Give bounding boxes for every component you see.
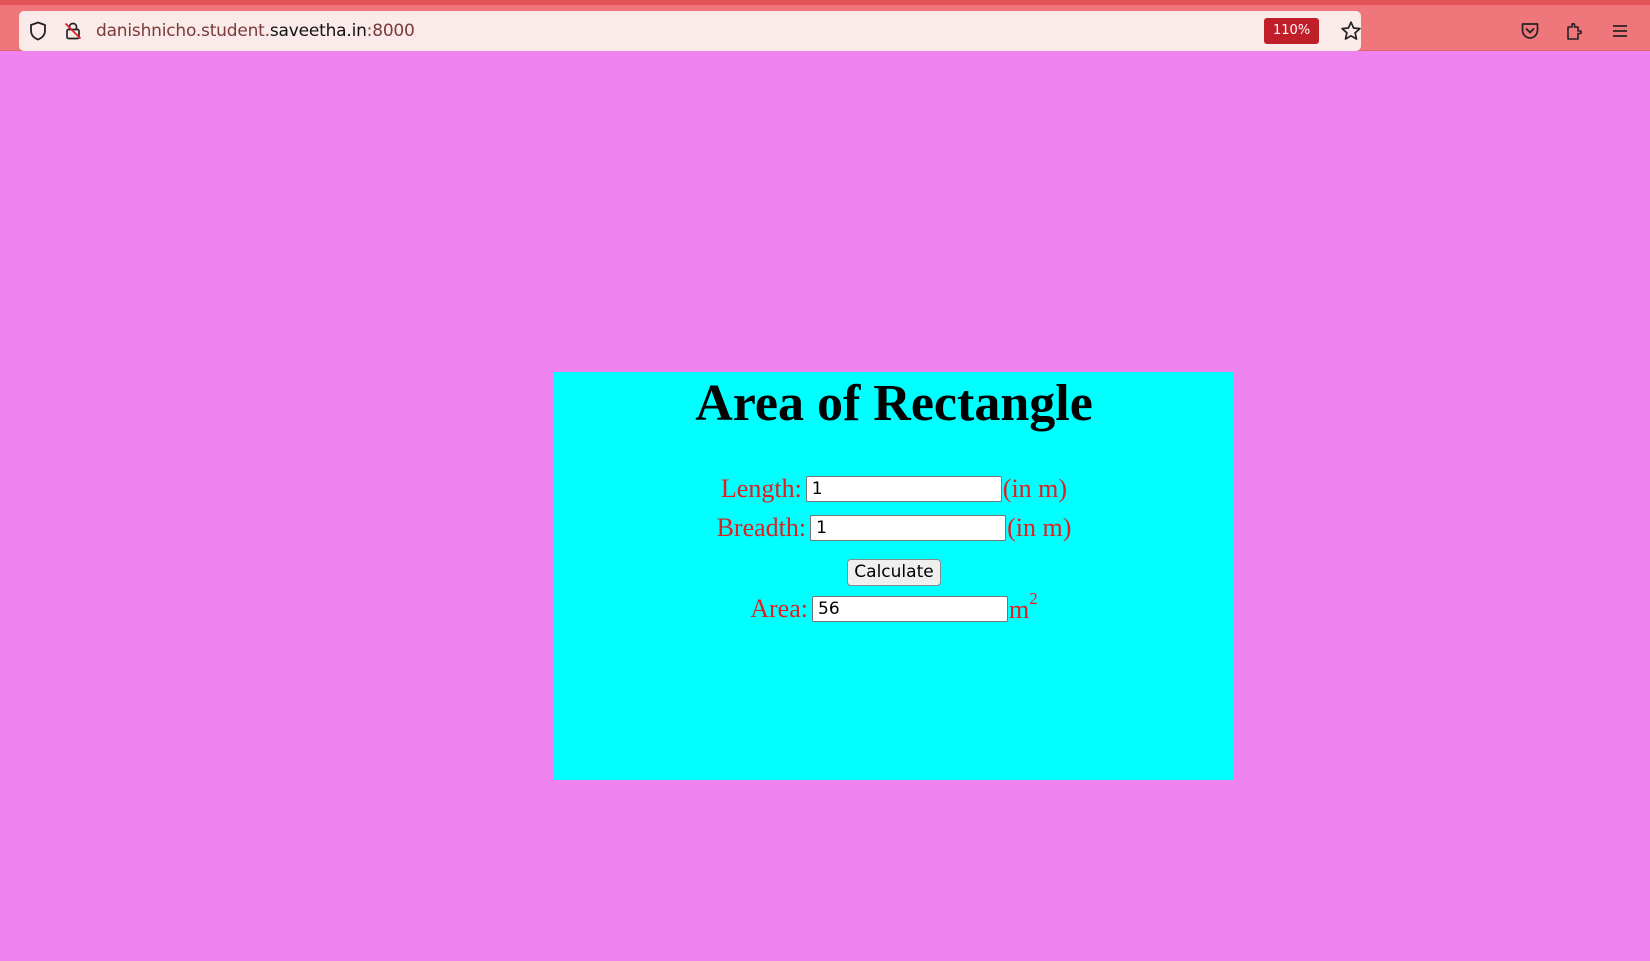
breadth-label: Breadth:	[716, 513, 807, 543]
area-output[interactable]	[812, 596, 1008, 623]
breadth-input[interactable]	[810, 515, 1007, 542]
area-label: Area:	[750, 594, 808, 624]
breadth-row: Breadth: (in m)	[554, 511, 1234, 543]
page-title: Area of Rectangle	[695, 375, 1093, 432]
browser-toolbar: danishnicho.student.saveetha.in:8000 110…	[0, 0, 1650, 51]
calculate-button[interactable]: Calculate	[847, 558, 941, 586]
calculate-row: Calculate	[554, 554, 1234, 586]
area-unit-exponent: 2	[1029, 589, 1038, 609]
shield-icon[interactable]	[28, 21, 48, 41]
star-icon[interactable]	[1340, 20, 1362, 42]
menu-icon[interactable]	[1609, 20, 1631, 42]
pocket-icon[interactable]	[1519, 20, 1541, 42]
address-bar[interactable]: danishnicho.student.saveetha.in:8000 110…	[19, 11, 1361, 51]
length-unit: (in m)	[1002, 474, 1068, 504]
calculator-panel: Area of Rectangle Length: (in m) Breadth:…	[554, 372, 1234, 780]
extensions-icon[interactable]	[1564, 20, 1586, 42]
url-text[interactable]: danishnicho.student.saveetha.in:8000	[96, 20, 415, 42]
length-input[interactable]	[805, 476, 1002, 503]
zoom-badge[interactable]: 110%	[1264, 18, 1320, 44]
breadth-unit: (in m)	[1007, 513, 1072, 543]
area-row: Area: m2	[554, 589, 1234, 625]
lock-off-icon[interactable]	[63, 21, 83, 41]
length-row: Length: (in m)	[554, 472, 1234, 504]
length-label: Length:	[720, 474, 802, 504]
area-unit: m2	[1009, 589, 1038, 624]
